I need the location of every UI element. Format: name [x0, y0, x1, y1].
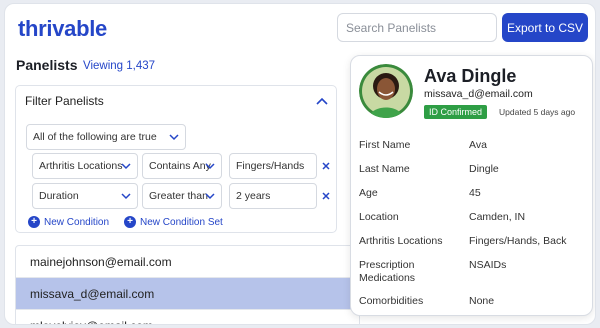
match-mode-select[interactable]: All of the following are true: [26, 124, 186, 150]
field-label: First Name: [359, 139, 411, 151]
condition-field-select[interactable]: Arthritis Locations: [32, 153, 138, 179]
field-label: Arthritis Locations: [359, 235, 443, 247]
field-value: 45: [469, 187, 481, 199]
viewing-count: Viewing 1,437: [83, 60, 156, 72]
field-row: Arthritis Locations Fingers/Hands, Back: [359, 235, 589, 259]
close-icon[interactable]: [321, 191, 331, 201]
field-label: Location: [359, 211, 399, 223]
export-csv-button[interactable]: Export to CSV: [502, 13, 588, 42]
plus-icon: +: [124, 216, 136, 228]
chevron-down-icon: [169, 134, 179, 141]
field-label: Comorbidities: [359, 295, 424, 307]
condition-operator-select[interactable]: Contains Any: [142, 153, 222, 179]
list-item[interactable]: mainejohnson@email.com: [16, 246, 359, 278]
chevron-down-icon: [121, 193, 131, 200]
profile-card: Ava Dingle missava_d@email.com ID Confir…: [350, 55, 593, 316]
search-input[interactable]: [337, 13, 497, 42]
new-condition-set-label: New Condition Set: [140, 216, 223, 228]
chevron-down-icon: [205, 163, 215, 170]
condition-operator-select[interactable]: Greater than: [142, 183, 222, 209]
chevron-up-icon[interactable]: [316, 96, 328, 106]
field-value: None: [469, 295, 495, 307]
updated-timestamp: Updated 5 days ago: [499, 107, 576, 117]
filter-panel: Filter Panelists All of the following ar…: [15, 85, 337, 233]
field-row: First Name Ava: [359, 139, 589, 163]
profile-fields: First Name Ava Last Name Dingle Age 45 L…: [359, 139, 589, 319]
list-item[interactable]: mlovelyjov@email.com: [16, 310, 359, 324]
field-value: Camden, IN: [469, 211, 526, 223]
profile-email: missava_d@email.com: [424, 88, 533, 100]
avatar: [359, 64, 413, 118]
new-condition-label: New Condition: [44, 216, 110, 228]
condition-operator-value: Greater than: [149, 190, 208, 202]
thrivable-logo: thrivable: [18, 16, 107, 41]
condition-field-select[interactable]: Duration: [32, 183, 138, 209]
field-value: Ava: [469, 139, 487, 151]
field-label: Age: [359, 187, 378, 199]
field-value: Fingers/Hands, Back: [469, 235, 567, 247]
field-row: Last Name Dingle: [359, 163, 589, 187]
field-row: Prescription Medications NSAIDs: [359, 259, 589, 295]
condition-field-value: Arthritis Locations: [39, 160, 123, 172]
condition-field-value: Duration: [39, 190, 79, 202]
field-row: Location Camden, IN: [359, 211, 589, 235]
status-badge: ID Confirmed: [424, 105, 488, 119]
app-window: thrivable Export to CSV Panelists Viewin…: [4, 3, 596, 325]
close-icon[interactable]: [321, 161, 331, 171]
field-value: Dingle: [469, 163, 499, 175]
filter-title: Filter Panelists: [25, 94, 104, 108]
condition-operator-value: Contains Any: [149, 160, 211, 172]
new-condition-set-link[interactable]: + New Condition Set: [124, 216, 223, 228]
condition-value-input[interactable]: Fingers/Hands: [229, 153, 317, 179]
field-label: Prescription Medications: [359, 259, 416, 284]
match-mode-value: All of the following are true: [33, 131, 157, 143]
panelist-list: mainejohnson@email.com missava_d@email.c…: [15, 245, 360, 324]
profile-name: Ava Dingle: [424, 66, 517, 86]
chevron-down-icon: [121, 163, 131, 170]
plus-icon: +: [28, 216, 40, 228]
page-title: Panelists: [16, 57, 78, 73]
field-row: Age 45: [359, 187, 589, 211]
field-value: NSAIDs: [469, 259, 507, 271]
list-item[interactable]: missava_d@email.com: [16, 278, 359, 310]
chevron-down-icon: [205, 193, 215, 200]
field-row: Comorbidities None: [359, 295, 589, 319]
new-condition-link[interactable]: + New Condition: [28, 216, 109, 228]
field-label: Last Name: [359, 163, 410, 175]
condition-value-input[interactable]: 2 years: [229, 183, 317, 209]
